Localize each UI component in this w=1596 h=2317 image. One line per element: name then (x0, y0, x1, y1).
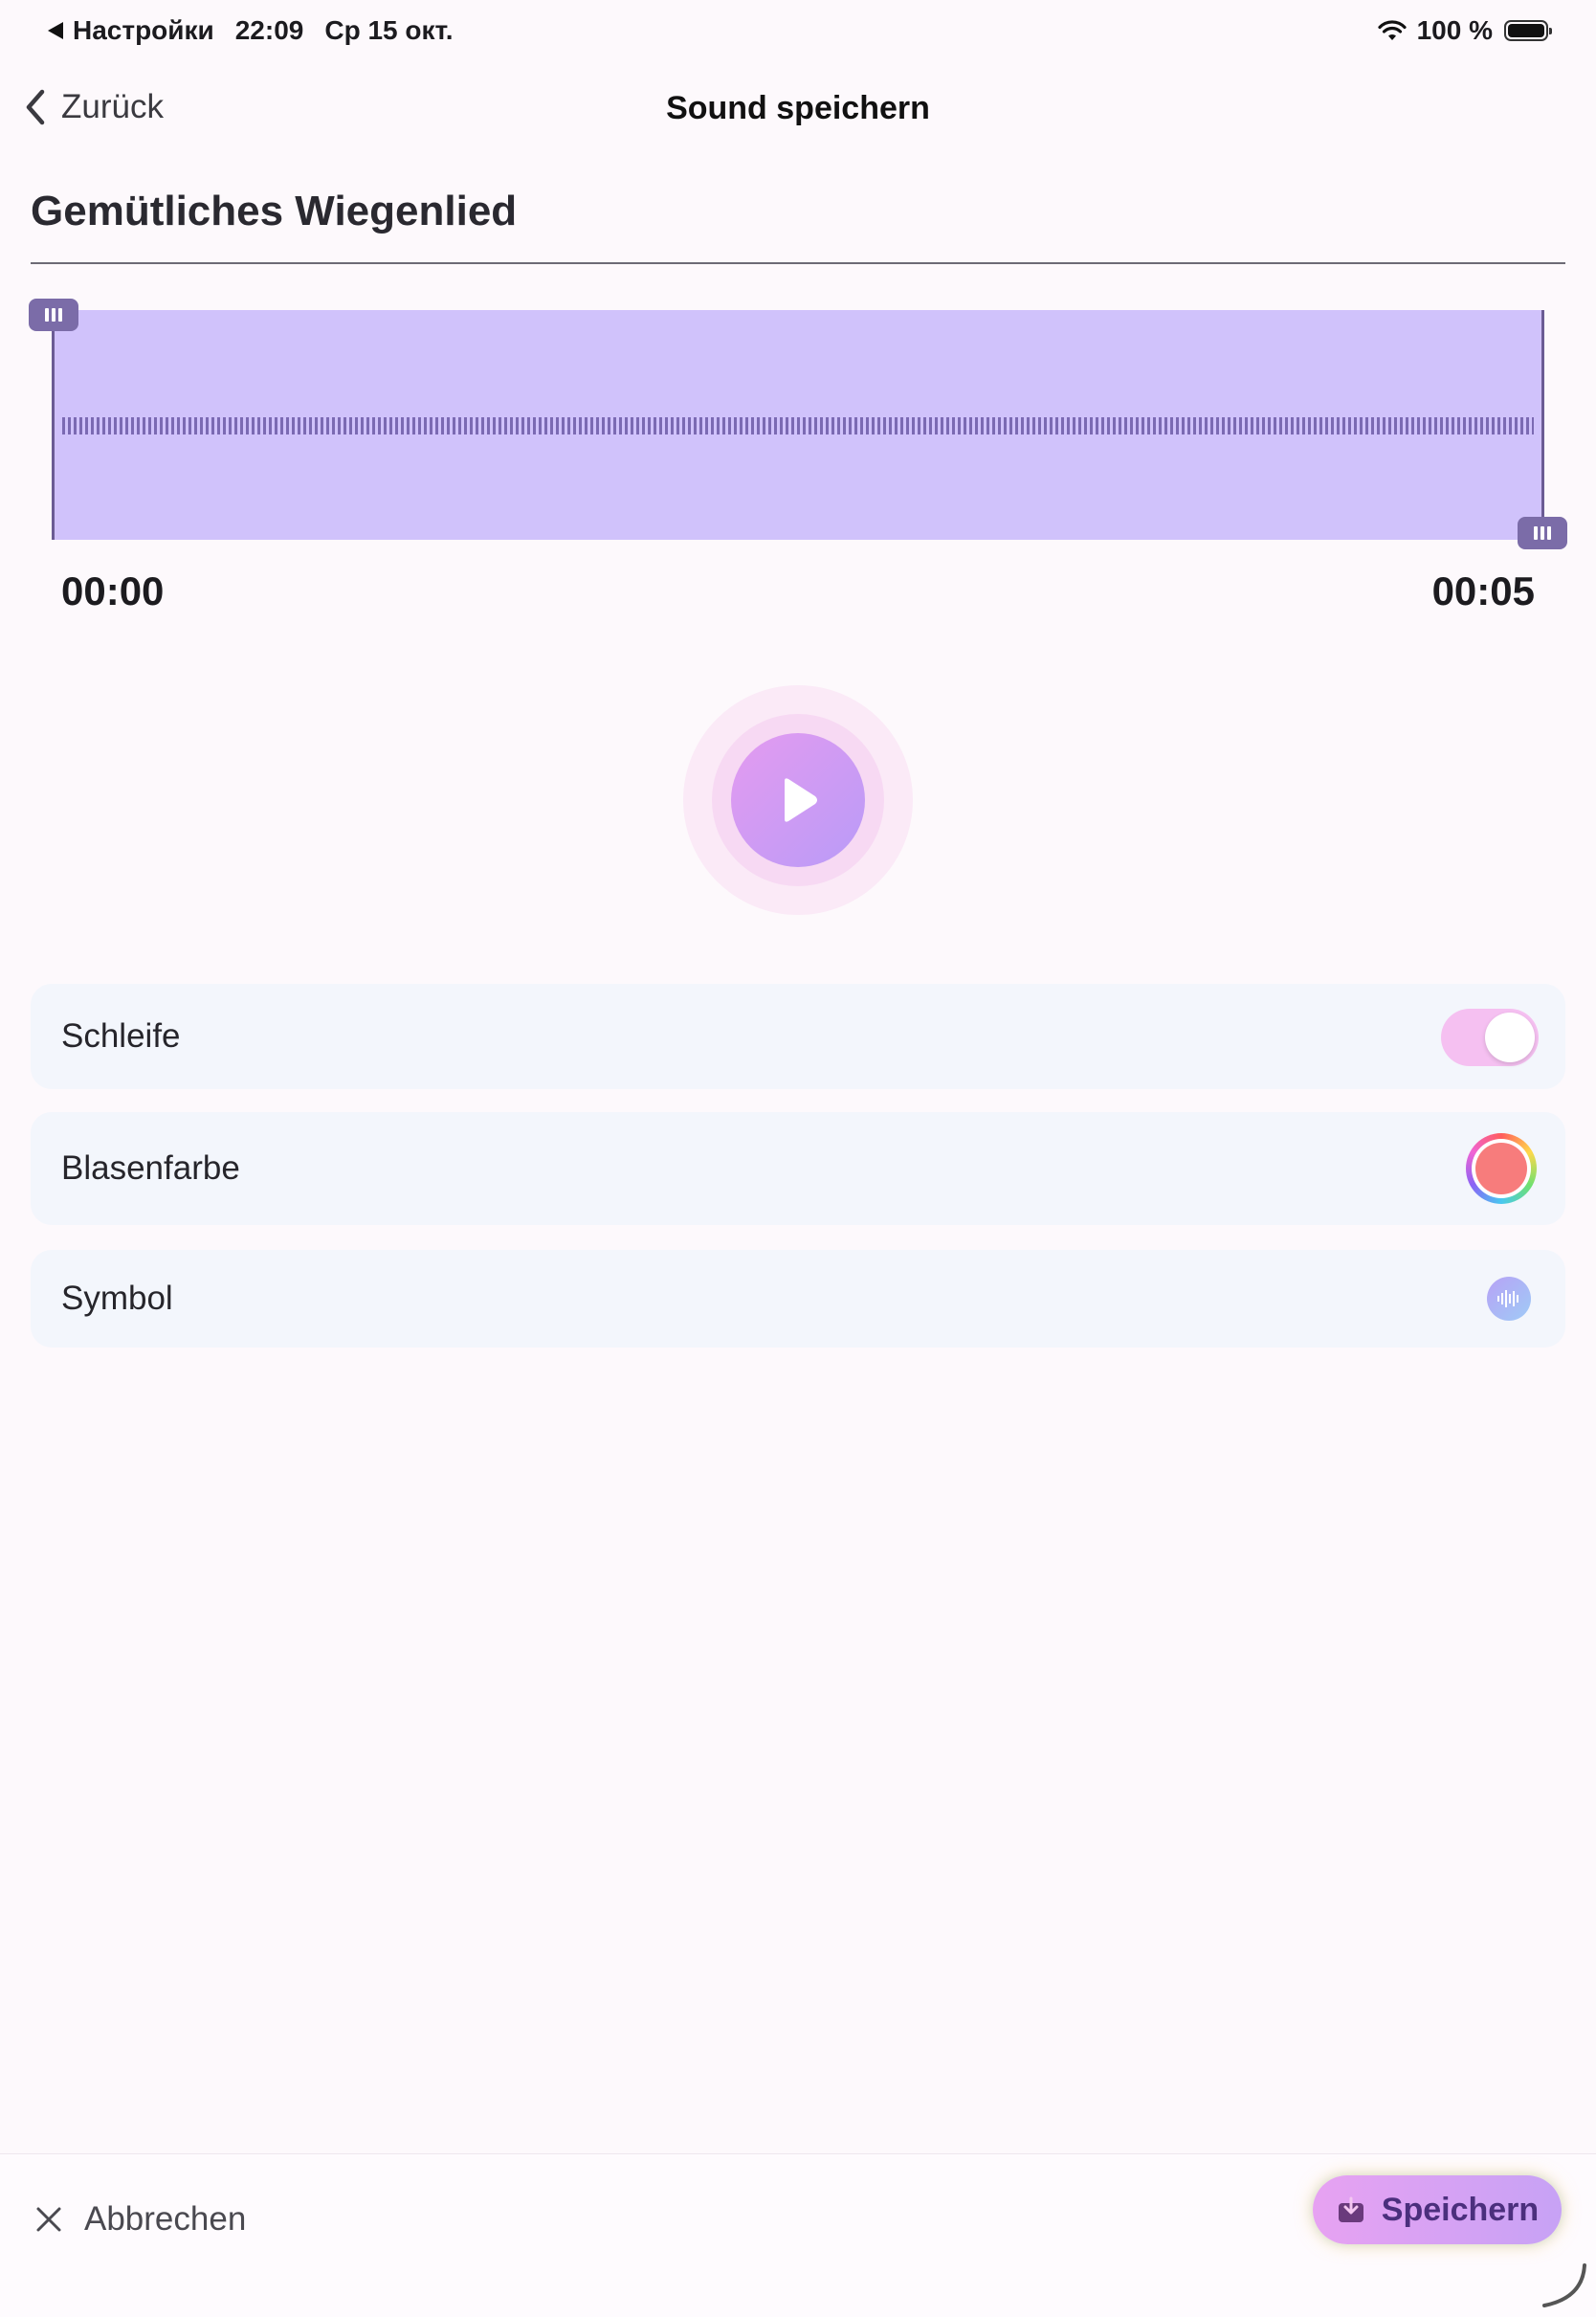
waveform-icon[interactable] (1487, 1277, 1531, 1321)
resize-corner-icon (1542, 2263, 1586, 2307)
save-icon (1338, 2196, 1363, 2222)
page-title: Sound speichern (666, 90, 930, 126)
cancel-button[interactable]: Abbrechen (34, 2200, 246, 2239)
grip-icon (45, 308, 62, 322)
play-icon (785, 778, 817, 822)
end-time: 00:05 (1431, 568, 1535, 613)
start-time: 00:00 (61, 568, 165, 613)
trim-end-handle[interactable] (1518, 517, 1567, 549)
loop-row: Schleife (31, 984, 1565, 1089)
back-to-app-icon[interactable] (48, 22, 63, 39)
status-date: Ср 15 окт. (324, 15, 454, 45)
save-label: Speichern (1381, 2191, 1540, 2228)
close-icon (36, 2207, 61, 2232)
loop-toggle[interactable] (1441, 1009, 1539, 1066)
selected-color-dot (1475, 1143, 1527, 1194)
status-time: 22:09 (234, 15, 304, 45)
status-left: Настройки 22:09 Ср 15 окт. (48, 15, 475, 46)
battery-icon (1504, 20, 1552, 41)
symbol-label: Symbol (61, 1280, 173, 1317)
wifi-icon (1377, 20, 1407, 40)
toggle-knob (1485, 1013, 1535, 1062)
waveform-trimmer[interactable] (52, 310, 1544, 540)
symbol-row: Symbol (31, 1250, 1565, 1348)
trim-start-handle[interactable] (29, 299, 78, 331)
cancel-label: Abbrechen (84, 2200, 247, 2238)
grip-icon (1534, 526, 1551, 540)
bubble-color-row: Blasenfarbe (31, 1112, 1565, 1225)
waveform-glyph (1497, 1290, 1518, 1307)
color-picker-swatch[interactable] (1466, 1133, 1537, 1204)
loop-label: Schleife (61, 1017, 181, 1055)
save-button[interactable]: Speichern (1313, 2175, 1562, 2244)
bottom-action-bar: Abbrechen Speichern (0, 2153, 1596, 2317)
battery-percent: 100 % (1416, 15, 1493, 45)
sound-name-field[interactable]: Gemütliches Wiegenlied (31, 182, 1565, 264)
bubble-color-label: Blasenfarbe (61, 1149, 240, 1187)
play-button[interactable] (731, 733, 865, 867)
waveform-bars (62, 417, 1534, 434)
nav-bar: Zurück Sound speichern (0, 77, 1596, 144)
status-right: 100 % (1377, 15, 1552, 46)
back-app-label[interactable]: Настройки (73, 15, 214, 46)
status-bar: Настройки 22:09 Ср 15 окт. 100 % (0, 0, 1596, 61)
